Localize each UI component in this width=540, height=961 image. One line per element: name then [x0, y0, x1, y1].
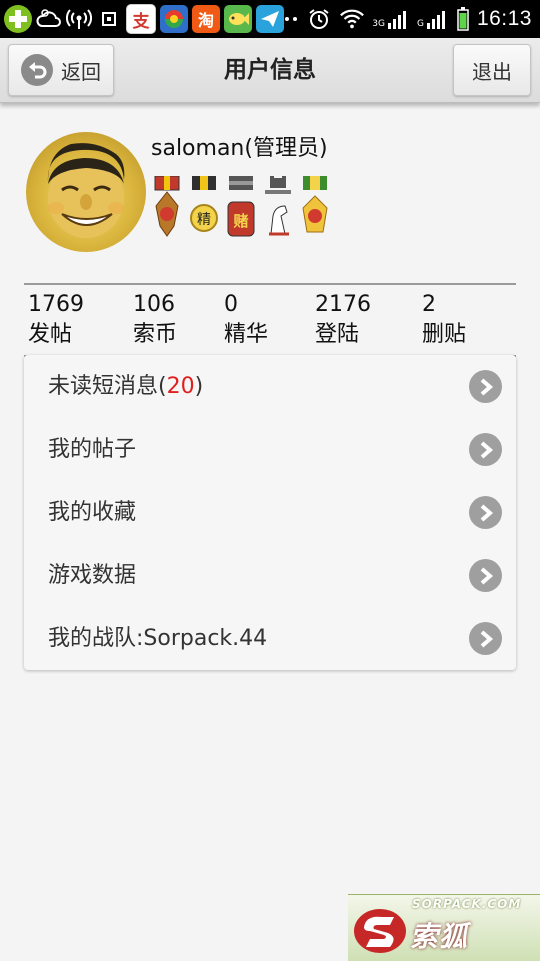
site-watermark: SORPACK.COM 索狐 — [348, 894, 540, 961]
username: saloman(管理员) — [151, 136, 328, 161]
watermark-name: 索狐 — [410, 920, 469, 953]
stat-value: 106 — [133, 292, 175, 317]
yellow-medal-icon — [300, 176, 330, 238]
unread-prefix: 未读短消息( — [48, 374, 167, 399]
menu-item-my-posts[interactable]: 我的帖子 — [24, 418, 516, 481]
cloud-weather-icon — [36, 6, 62, 32]
battery-icon — [456, 6, 470, 32]
stat-label: 精华 — [224, 322, 269, 347]
back-arrow-icon — [21, 54, 53, 86]
alipay-label: 支 — [132, 11, 150, 32]
more-notifications-icon — [283, 6, 299, 32]
chevron-right-icon — [469, 559, 502, 592]
medal-list: 精 赌 — [152, 175, 330, 238]
red-medal-icon — [152, 175, 182, 238]
paper-plane-app-icon — [256, 5, 284, 33]
back-button[interactable]: 返回 — [8, 44, 114, 96]
status-bar: 支 淘 3G G 16:13 — [0, 0, 540, 38]
menu-item-my-team[interactable]: 我的战队:Sorpack.44 — [24, 607, 516, 670]
system-icons: 3G G 16:13 — [283, 3, 532, 35]
clock-time: 16:13 — [476, 7, 532, 30]
alipay-app-icon: 支 — [126, 4, 156, 34]
red-orange-app-icon — [160, 5, 188, 33]
stat-value: 2 — [422, 292, 436, 317]
chevron-right-icon — [469, 496, 502, 529]
gamble-medal-icon: 赌 — [226, 176, 256, 238]
mobile-signal-g: G — [417, 9, 449, 29]
green-plus-app-icon — [4, 5, 32, 33]
taobao-app-icon: 淘 — [192, 5, 220, 33]
network-type-label-2: G — [416, 19, 424, 29]
stat-label: 登陆 — [315, 322, 360, 347]
fish-app-icon — [224, 5, 252, 33]
stat-logins: 2176 登陆 — [315, 291, 371, 351]
back-button-label: 返回 — [61, 59, 101, 84]
stat-value: 0 — [224, 292, 238, 317]
logout-button[interactable]: 退出 — [453, 44, 531, 96]
stat-value: 1769 — [28, 292, 84, 317]
stat-label: 索币 — [133, 322, 178, 347]
stat-digest: 0 精华 — [224, 291, 268, 351]
menu-item-label: 我的战队:Sorpack.44 — [48, 626, 268, 651]
menu-item-my-favorites[interactable]: 我的收藏 — [24, 481, 516, 544]
chevron-right-icon — [469, 370, 502, 403]
user-stats: 1769 发帖 106 索币 0 精华 2176 登陆 2 删贴 — [24, 283, 516, 357]
wifi-hotspot-icon — [66, 6, 92, 32]
wifi-signal-icon — [339, 6, 365, 32]
stat-value: 2176 — [315, 292, 371, 317]
unread-count-badge: 20 — [166, 374, 195, 399]
menu-item-label: 我的帖子 — [48, 437, 137, 462]
chevron-right-icon — [469, 433, 502, 466]
menu-item-label: 游戏数据 — [48, 563, 137, 588]
signal-bars-icon-2 — [426, 11, 445, 29]
alarm-clock-icon — [306, 6, 332, 32]
gold-medal-icon: 精 — [189, 176, 219, 238]
action-bar: 用户信息 返回 退出 — [0, 38, 540, 103]
taobao-label: 淘 — [197, 11, 214, 30]
menu-item-label: 我的收藏 — [48, 500, 137, 525]
notification-icons: 支 淘 — [4, 3, 284, 35]
network-type-label: 3G — [372, 19, 385, 29]
avatar-face-illustration — [47, 143, 125, 238]
medal-text-2: 赌 — [232, 212, 248, 230]
stat-deleted: 2 删贴 — [422, 291, 466, 351]
stat-label: 删贴 — [422, 322, 467, 347]
stat-coins: 106 索币 — [133, 291, 177, 351]
chevron-right-icon — [469, 622, 502, 655]
unread-suffix: ) — [194, 374, 204, 399]
menu-item-unread-messages[interactable]: 未读短消息(20) — [24, 355, 516, 418]
mobile-signal-3g: 3G — [372, 9, 410, 29]
menu-item-game-data[interactable]: 游戏数据 — [24, 544, 516, 607]
chess-knight-medal-icon — [263, 176, 293, 238]
screenshot-icon — [96, 6, 122, 32]
avatar[interactable] — [26, 132, 146, 252]
watermark-logo-icon — [354, 909, 406, 953]
stat-posts: 1769 发帖 — [28, 291, 84, 351]
medal-text-1: 精 — [197, 212, 211, 228]
watermark-url: SORPACK.COM — [412, 897, 522, 911]
stat-label: 发帖 — [28, 322, 73, 347]
signal-bars-icon — [387, 11, 406, 29]
menu-item-label: 未读短消息(20) — [48, 355, 203, 418]
account-menu: 未读短消息(20) 我的帖子 我的收藏 游戏数据 我的战队:Sorpack.44 — [24, 355, 516, 670]
